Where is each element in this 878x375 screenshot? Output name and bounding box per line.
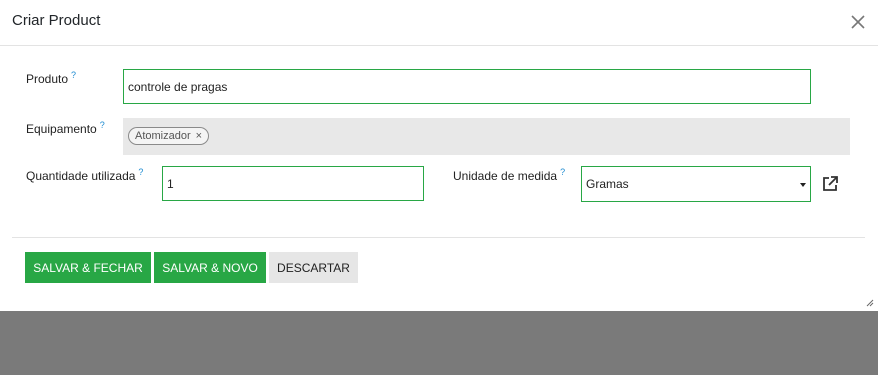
produto-input[interactable] — [123, 69, 811, 104]
save-new-button[interactable]: SALVAR & NOVO — [154, 252, 266, 283]
footer-divider — [12, 237, 865, 238]
resize-handle-icon[interactable] — [866, 299, 874, 307]
dialog-title: Criar Product — [12, 12, 101, 29]
equipamento-label: Equipamento? — [26, 120, 105, 136]
produto-label: Produto? — [26, 70, 77, 86]
equipamento-tags-field[interactable]: Atomizador × — [123, 118, 850, 155]
tag-atomizador: Atomizador × — [128, 127, 210, 145]
quantidade-input[interactable] — [162, 166, 424, 201]
unidade-label: Unidade de medida? — [453, 167, 566, 183]
close-icon[interactable] — [849, 13, 867, 31]
help-marker[interactable]: ? — [138, 167, 143, 177]
quantidade-label: Quantidade utilizada? — [26, 167, 144, 183]
dialog-header: Criar Product — [0, 0, 878, 46]
help-marker[interactable]: ? — [71, 70, 76, 80]
tag-label: Atomizador — [135, 130, 191, 142]
dialog: Criar Product Produto? Equipamento? Atom… — [0, 0, 878, 311]
discard-button[interactable]: DESCARTAR — [269, 252, 358, 283]
caret-down-icon — [800, 183, 806, 187]
help-marker[interactable]: ? — [560, 167, 565, 177]
external-link-icon[interactable] — [821, 175, 839, 193]
remove-tag-icon[interactable]: × — [196, 128, 202, 144]
save-close-button[interactable]: SALVAR & FECHAR — [25, 252, 151, 283]
unidade-select[interactable]: Gramas — [581, 166, 811, 202]
unidade-selected-value: Gramas — [586, 177, 629, 191]
help-marker[interactable]: ? — [100, 120, 105, 130]
